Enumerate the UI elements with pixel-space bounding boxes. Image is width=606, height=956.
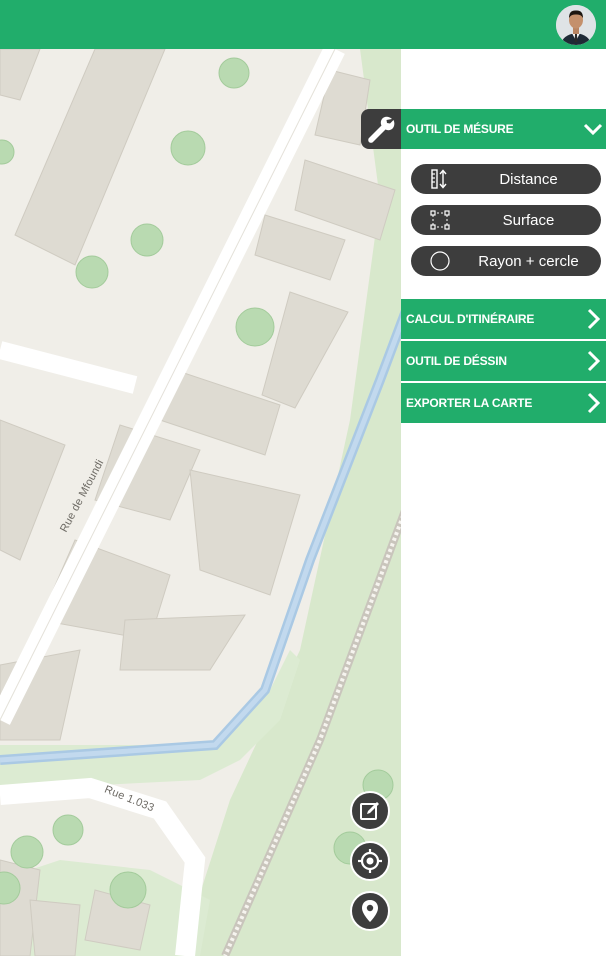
map-canvas — [0, 49, 401, 956]
surface-tool-button[interactable]: Surface — [411, 205, 601, 235]
chevron-right-icon — [587, 350, 601, 372]
ruler-icon — [429, 169, 451, 189]
radius-circle-tool-button[interactable]: Rayon + cercle — [411, 246, 601, 276]
chevron-right-icon — [587, 308, 601, 330]
marker-button[interactable] — [350, 891, 390, 931]
user-avatar-icon — [556, 5, 596, 45]
locate-button[interactable] — [350, 841, 390, 881]
wrench-icon — [368, 116, 395, 143]
edit-button[interactable] — [350, 791, 390, 831]
area-square-icon — [429, 210, 451, 230]
chevron-down-icon — [583, 123, 603, 136]
surface-tool-label: Surface — [502, 211, 555, 229]
top-bar — [0, 0, 606, 49]
measure-tool-title: OUTIL DE MÉSURE — [406, 122, 514, 136]
export-map-title: EXPORTER LA CARTE — [406, 396, 533, 410]
edit-icon — [360, 802, 379, 820]
draw-tool-title: OUTIL DE DÉSSIN — [406, 354, 507, 368]
map-view[interactable]: Rue de Mfoundi Rue 1.033 — [0, 49, 401, 956]
distance-tool-button[interactable]: Distance — [411, 164, 601, 194]
route-calc-header[interactable]: CALCUL D'ITINÉRAIRE — [401, 299, 606, 339]
export-map-header[interactable]: EXPORTER LA CARTE — [401, 383, 606, 423]
tools-toggle-button[interactable] — [361, 109, 401, 149]
avatar[interactable] — [556, 5, 596, 45]
chevron-right-icon — [587, 392, 601, 414]
circle-icon — [429, 251, 451, 271]
distance-tool-label: Distance — [499, 170, 558, 188]
measure-tool-header[interactable]: OUTIL DE MÉSURE — [401, 109, 606, 149]
draw-tool-header[interactable]: OUTIL DE DÉSSIN — [401, 341, 606, 381]
crosshair-icon — [358, 849, 382, 873]
radius-circle-tool-label: Rayon + cercle — [478, 252, 579, 270]
map-pin-icon — [362, 900, 378, 922]
route-calc-title: CALCUL D'ITINÉRAIRE — [406, 312, 535, 326]
